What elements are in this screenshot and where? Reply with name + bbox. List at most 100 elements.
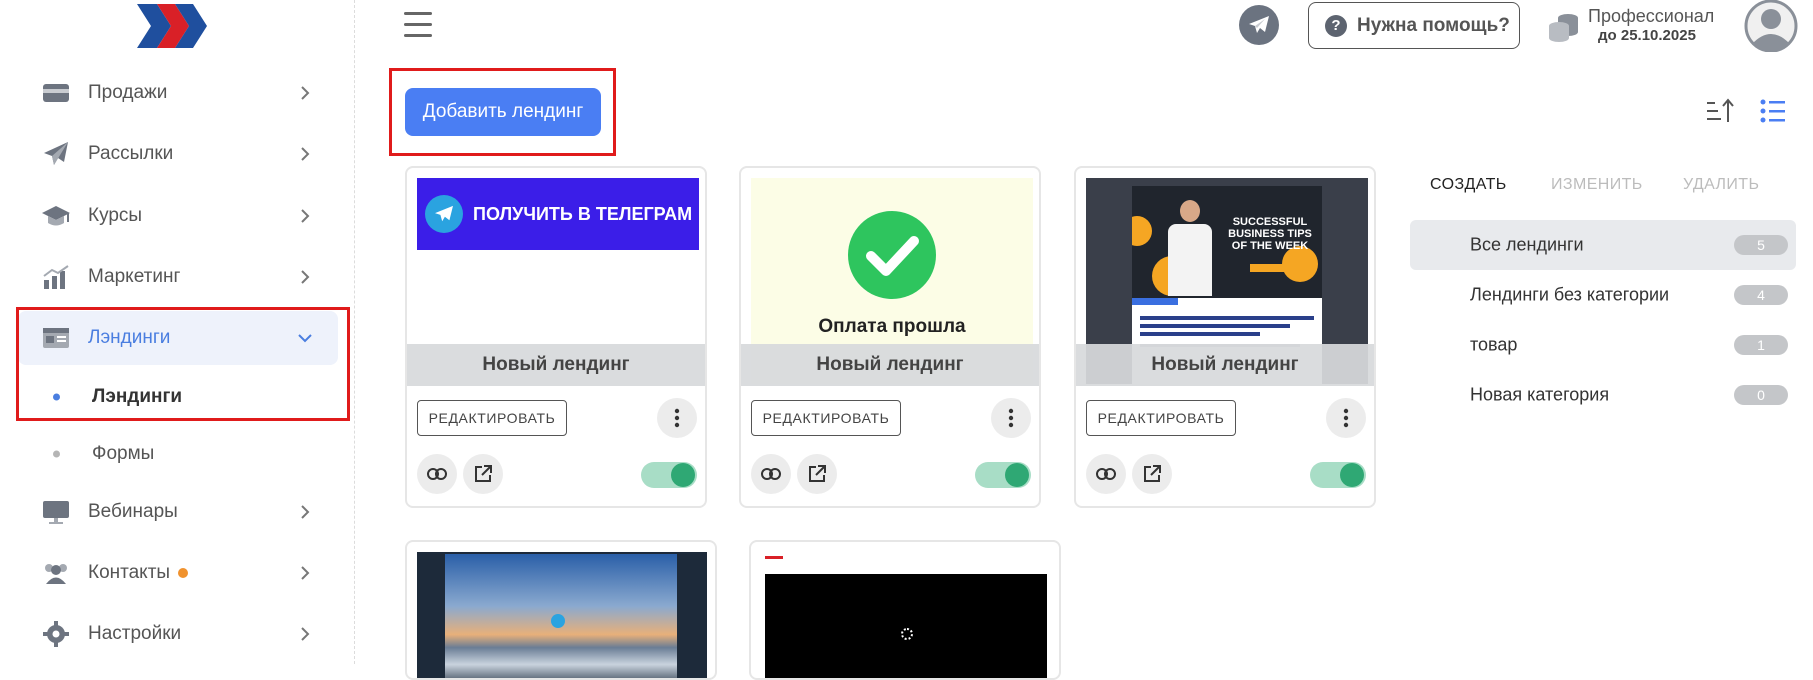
sidebar-item-label: Продажи — [88, 82, 168, 103]
growth-chart-icon — [41, 263, 71, 291]
sidebar-item-sales[interactable]: Продажи — [18, 66, 338, 120]
landing-thumbnail[interactable] — [761, 552, 1051, 678]
play-icon — [551, 614, 565, 628]
more-options-icon[interactable] — [657, 398, 697, 438]
sort-icon[interactable] — [1706, 98, 1734, 124]
plan-name: Профессионал — [1588, 6, 1715, 26]
sidebar-item-landings[interactable]: Лэндинги — [18, 311, 338, 365]
bullet-dot — [53, 393, 60, 401]
thumbnail-text: ПОЛУЧИТЬ В ТЕЛЕГРАМ — [473, 203, 693, 224]
bullet-dot — [53, 450, 60, 458]
landing-card — [749, 540, 1061, 680]
chevron-right-icon — [301, 566, 310, 580]
sidebar-item-label: Курсы — [88, 205, 143, 226]
sidebar-item-label: Вебинары — [88, 501, 178, 522]
menu-toggle-icon[interactable] — [404, 12, 434, 40]
more-options-icon[interactable] — [991, 398, 1031, 438]
wallet-icon — [41, 79, 71, 107]
telegram-icon — [425, 195, 463, 233]
chevron-right-icon — [301, 86, 310, 100]
loading-spinner-icon — [901, 628, 913, 640]
sidebar-item-label: Рассылки — [88, 143, 174, 164]
chevron-right-icon — [301, 209, 310, 223]
landing-title: Новый лендинг — [1076, 344, 1374, 386]
sidebar-item-label: Маркетинг — [88, 266, 181, 287]
notification-dot — [178, 567, 189, 578]
gear-icon — [41, 620, 71, 648]
monitor-icon — [41, 498, 71, 526]
plan-until: до 25.10.2025 — [1598, 27, 1696, 44]
sidebar-item-webinars[interactable]: Вебинары — [18, 485, 338, 539]
thumbnail-text: Оплата прошла — [818, 316, 966, 337]
category-count: 0 — [1734, 385, 1788, 405]
tab-edit[interactable]: ИЗМЕНИТЬ — [1551, 176, 1643, 194]
chevron-right-icon — [301, 505, 310, 519]
chevron-right-icon — [301, 627, 310, 641]
landing-title: Новый лендинг — [407, 344, 705, 386]
tab-create[interactable]: СОЗДАТЬ — [1430, 176, 1507, 194]
landing-card — [405, 540, 717, 680]
category-item[interactable]: Лендинги без категории 4 — [1410, 270, 1796, 320]
landing-card: SUCCESSFUL BUSINESS TIPS OF THE WEEK Нов… — [1074, 166, 1376, 508]
sidebar-item-settings[interactable]: Настройки — [18, 607, 338, 661]
sidebar-item-courses[interactable]: Курсы — [18, 189, 338, 243]
question-icon: ? — [1325, 14, 1347, 37]
landing-card: ПОЛУЧИТЬ В ТЕЛЕГРАМ Новый лендинг РЕДАКТ… — [405, 166, 707, 508]
telegram-icon — [1249, 16, 1269, 33]
logo-icon[interactable] — [135, 2, 215, 50]
category-count: 4 — [1734, 285, 1788, 305]
subitem-forms[interactable]: Формы — [18, 431, 338, 477]
edit-button[interactable]: РЕДАКТИРОВАТЬ — [1086, 400, 1236, 436]
coins-icon — [1549, 14, 1578, 42]
sidebar-item-label: Настройки — [88, 623, 182, 644]
sidebar-item-contacts[interactable]: Контакты — [18, 546, 338, 600]
tab-delete[interactable]: УДАЛИТЬ — [1683, 176, 1759, 194]
category-item[interactable]: товар 1 — [1410, 320, 1796, 370]
more-options-icon[interactable] — [1326, 398, 1366, 438]
copy-link-icon[interactable] — [417, 454, 457, 494]
sidebar-item-mailings[interactable]: Рассылки — [18, 127, 338, 181]
users-icon — [41, 559, 71, 587]
subitem-landings[interactable]: Лэндинги — [18, 374, 338, 420]
check-circle-icon — [848, 211, 936, 299]
category-name: Новая категория — [1470, 384, 1610, 405]
category-item[interactable]: Новая категория 0 — [1410, 370, 1796, 420]
landing-thumbnail[interactable] — [417, 552, 707, 678]
list-view-icon[interactable] — [1760, 98, 1786, 124]
open-external-icon[interactable] — [1132, 454, 1172, 494]
category-name: товар — [1470, 334, 1518, 355]
category-actions: СОЗДАТЬ ИЗМЕНИТЬ УДАЛИТЬ — [1410, 176, 1800, 202]
open-external-icon[interactable] — [463, 454, 503, 494]
help-label: Нужна помощь? — [1357, 14, 1510, 36]
landing-title: Новый лендинг — [741, 344, 1039, 386]
open-external-icon[interactable] — [797, 454, 837, 494]
add-landing-button[interactable]: Добавить лендинг — [405, 88, 601, 136]
plan-info[interactable]: Профессионал до 25.10.2025 — [1548, 4, 1718, 48]
sidebar-item-label: Лэндинги — [88, 327, 171, 348]
edit-button[interactable]: РЕДАКТИРОВАТЬ — [417, 400, 567, 436]
graduation-cap-icon — [41, 202, 71, 230]
publish-toggle[interactable] — [641, 462, 697, 488]
category-name: Все лендинги — [1470, 234, 1584, 255]
help-button[interactable]: ? Нужна помощь? — [1308, 2, 1520, 49]
telegram-button[interactable] — [1239, 5, 1279, 45]
publish-toggle[interactable] — [975, 462, 1031, 488]
chevron-right-icon — [301, 147, 310, 161]
sidebar-item-marketing[interactable]: Маркетинг — [18, 250, 338, 304]
publish-toggle[interactable] — [1310, 462, 1366, 488]
copy-link-icon[interactable] — [1086, 454, 1126, 494]
landing-card: Оплата прошла Новый лендинг РЕДАКТИРОВАТ… — [739, 166, 1041, 508]
paper-plane-icon — [41, 140, 71, 168]
sidebar-item-label: Контакты — [88, 562, 189, 584]
category-name: Лендинги без категории — [1470, 284, 1670, 305]
landing-card-icon — [41, 324, 71, 352]
copy-link-icon[interactable] — [751, 454, 791, 494]
category-item[interactable]: Все лендинги 5 — [1410, 220, 1796, 270]
chevron-down-icon — [298, 334, 312, 343]
edit-button[interactable]: РЕДАКТИРОВАТЬ — [751, 400, 901, 436]
thumbnail-text: SUCCESSFUL BUSINESS TIPS OF THE WEEK — [1228, 216, 1312, 252]
avatar[interactable] — [1744, 0, 1798, 52]
category-count: 5 — [1734, 235, 1788, 255]
subitem-label: Лэндинги — [92, 386, 183, 407]
subitem-label: Формы — [92, 443, 155, 464]
